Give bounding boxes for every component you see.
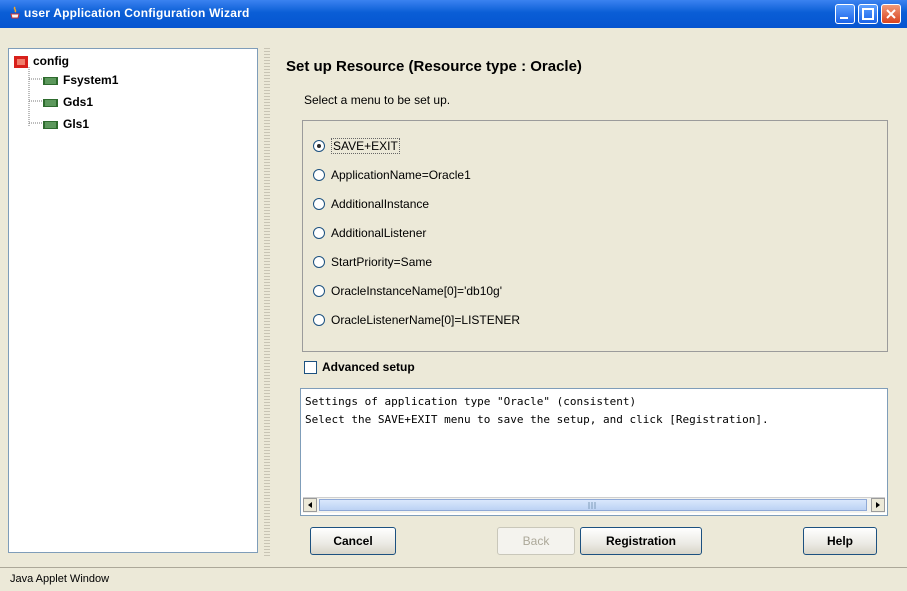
option-label: SAVE+EXIT <box>331 138 400 154</box>
option-label: OracleInstanceName[0]='db10g' <box>331 284 503 298</box>
scrollbar-thumb[interactable] <box>319 499 867 511</box>
option-label: AdditionalInstance <box>331 197 430 211</box>
tree-item-label: Gls1 <box>63 117 90 131</box>
tree-item-label: Fsystem1 <box>63 73 119 87</box>
window-title: user Application Configuration Wizard <box>24 6 250 20</box>
maximize-icon <box>862 8 874 20</box>
option-label: AdditionalListener <box>331 226 427 240</box>
option-label: OracleListenerName[0]=LISTENER <box>331 313 521 327</box>
cancel-button[interactable]: Cancel <box>310 527 396 555</box>
menu-options-panel: SAVE+EXIT ApplicationName=Oracle1 Additi… <box>302 120 888 352</box>
arrow-left-icon <box>308 502 312 508</box>
resource-node-icon <box>43 77 58 85</box>
help-button[interactable]: Help <box>803 527 877 555</box>
maximize-button[interactable] <box>858 4 878 24</box>
tree-item-label: Gds1 <box>63 95 94 109</box>
status-bar: Java Applet Window <box>0 567 907 591</box>
message-area[interactable]: Settings of application type "Oracle" (c… <box>300 388 888 516</box>
arrow-right-icon <box>876 502 880 508</box>
advanced-setup-label: Advanced setup <box>322 360 415 374</box>
message-line: Settings of application type "Oracle" (c… <box>305 395 637 408</box>
message-line: Select the SAVE+EXIT menu to save the se… <box>305 413 769 426</box>
grip-icon <box>588 502 596 509</box>
radio-button[interactable] <box>313 198 325 210</box>
radio-button[interactable] <box>313 314 325 326</box>
config-icon <box>14 56 28 68</box>
resource-tree[interactable]: config Fsystem1 Gds1 Gls1 <box>8 48 258 553</box>
radio-button[interactable] <box>313 285 325 297</box>
checkbox[interactable] <box>304 361 317 374</box>
scroll-left-button[interactable] <box>303 498 317 512</box>
page-subtitle: Select a menu to be set up. <box>304 93 451 107</box>
minimize-icon <box>840 17 848 19</box>
split-divider[interactable] <box>264 48 270 558</box>
option-label: ApplicationName=Oracle1 <box>331 168 471 182</box>
horizontal-scrollbar[interactable] <box>303 497 885 513</box>
radio-button[interactable] <box>313 227 325 239</box>
close-button[interactable] <box>881 4 901 24</box>
radio-button[interactable] <box>313 169 325 181</box>
minimize-button[interactable] <box>835 4 855 24</box>
option-label: StartPriority=Same <box>331 255 433 269</box>
resource-node-icon <box>43 121 58 129</box>
status-text: Java Applet Window <box>10 573 110 585</box>
tree-item-label: config <box>33 54 69 68</box>
resource-node-icon <box>43 99 58 107</box>
scroll-right-button[interactable] <box>871 498 885 512</box>
title-bar: user Application Configuration Wizard <box>0 0 907 28</box>
radio-button-selected[interactable] <box>313 140 325 152</box>
radio-button[interactable] <box>313 256 325 268</box>
page-title: Set up Resource (Resource type : Oracle) <box>286 58 582 75</box>
registration-button[interactable]: Registration <box>580 527 702 555</box>
java-icon <box>10 6 20 19</box>
close-icon <box>886 9 896 19</box>
back-button[interactable]: Back <box>497 527 575 555</box>
